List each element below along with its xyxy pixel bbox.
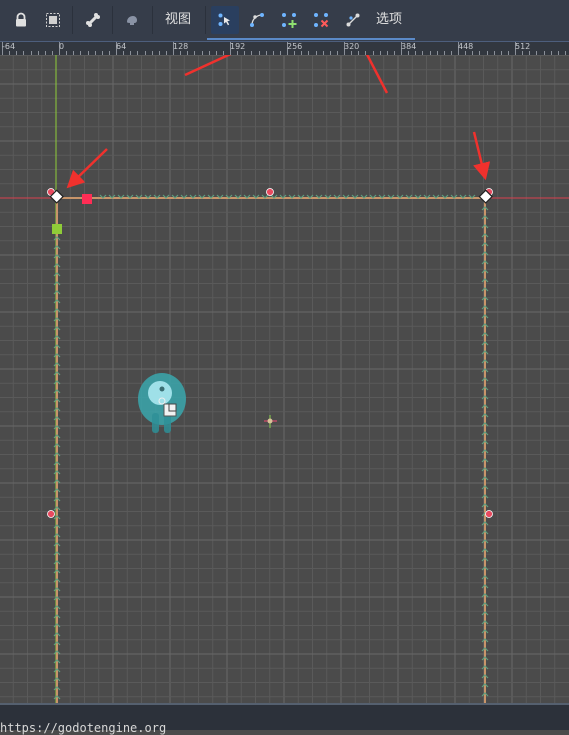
options-menu[interactable]: 选项 bbox=[376, 6, 402, 34]
ruler-label: 512 bbox=[515, 42, 531, 51]
view-menu[interactable]: 视图 bbox=[165, 6, 191, 34]
toolbar-separator bbox=[205, 6, 206, 34]
annotation-arrow bbox=[66, 148, 108, 189]
ruler-label: 448 bbox=[458, 42, 474, 51]
toolbar-separator bbox=[72, 6, 73, 34]
selected-node-handle[interactable] bbox=[82, 194, 92, 204]
select-points-icon bbox=[218, 13, 230, 26]
lock-icon bbox=[16, 12, 26, 27]
collision-normal-arrows bbox=[53, 194, 489, 700]
toolbar-separator bbox=[112, 6, 113, 34]
control-point[interactable] bbox=[485, 510, 493, 518]
player-sprite[interactable] bbox=[138, 373, 186, 433]
group-button[interactable] bbox=[39, 6, 67, 34]
control-point[interactable] bbox=[47, 510, 55, 518]
edit-curve-icon bbox=[250, 13, 264, 27]
skeleton-icon bbox=[127, 16, 137, 25]
polygon-tools-indicator bbox=[207, 38, 415, 40]
lock-button[interactable] bbox=[7, 6, 35, 34]
skeleton-button[interactable] bbox=[118, 6, 146, 34]
ruler-label: 64 bbox=[116, 42, 127, 51]
canvas-viewport[interactable] bbox=[0, 55, 569, 705]
bottom-panel: https://godotengine.org bbox=[0, 703, 569, 735]
canvas-scene bbox=[0, 55, 569, 705]
ruler-label: 128 bbox=[173, 42, 189, 51]
delete-point-button[interactable] bbox=[307, 6, 335, 34]
add-point-button[interactable] bbox=[275, 6, 303, 34]
ruler-label: 0 bbox=[59, 42, 65, 51]
edit-points-button[interactable] bbox=[211, 6, 239, 34]
bone-icon bbox=[86, 13, 100, 27]
status-url-text: https://godotengine.org bbox=[0, 721, 167, 735]
close-curve-button[interactable] bbox=[339, 6, 367, 34]
ruler-ticks bbox=[2, 42, 566, 56]
anchor-handle[interactable] bbox=[52, 224, 62, 234]
group-select-icon bbox=[46, 13, 60, 27]
ruler-label: -64 bbox=[2, 42, 16, 51]
editor-toolbar: 视图 选项 bbox=[0, 0, 569, 41]
collision-wall[interactable] bbox=[53, 194, 489, 705]
edit-curve-button[interactable] bbox=[243, 6, 271, 34]
add-point-icon bbox=[282, 13, 297, 28]
ruler-label: 320 bbox=[344, 42, 360, 51]
control-point[interactable] bbox=[266, 188, 274, 196]
ruler-label: 256 bbox=[287, 42, 303, 51]
toolbar-separator bbox=[152, 6, 153, 34]
annotation-arrow bbox=[472, 131, 491, 181]
delete-point-icon bbox=[314, 13, 329, 28]
annotation-arrow bbox=[365, 55, 389, 94]
ruler-label: 192 bbox=[230, 42, 246, 51]
close-curve-icon bbox=[346, 13, 360, 27]
ruler-label: 384 bbox=[401, 42, 417, 51]
horizontal-ruler[interactable]: -64 0 64 128 192 256 320 384 448 512 bbox=[0, 41, 569, 56]
bone-button[interactable] bbox=[79, 6, 107, 34]
